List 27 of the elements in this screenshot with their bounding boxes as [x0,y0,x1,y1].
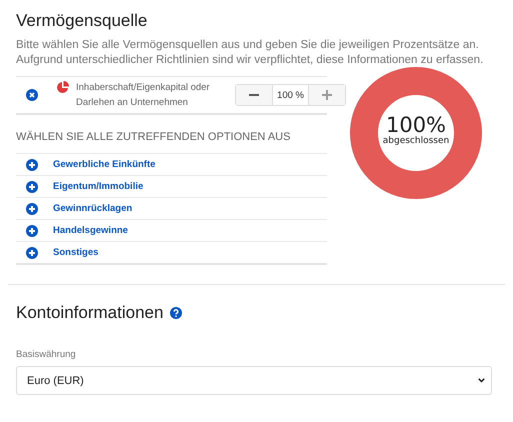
chevron-down-icon [478,378,485,383]
add-icon[interactable] [26,202,38,214]
progress-caption: abgeschlossen [382,136,450,146]
section-title: Vermögensquelle [16,10,148,32]
add-icon[interactable] [26,224,38,236]
option-link[interactable]: Handelsgewinne [53,225,128,236]
option-link[interactable]: Gewerbliche Einkünfte [53,159,156,170]
decrease-button[interactable] [236,85,272,105]
add-icon[interactable] [26,180,38,192]
minus-icon [249,94,259,96]
increase-button[interactable] [309,85,345,105]
section-title: Kontoinformationen [16,303,164,323]
help-icon[interactable] [170,307,182,319]
add-icon[interactable] [26,246,38,258]
add-icon[interactable] [26,158,38,170]
remove-icon[interactable] [26,89,38,101]
source-label: Inhaberschaft/Eigenkapital oder Darlehen an Unternehmen [76,81,210,110]
options-heading: WÄHLEN SIE ALLE ZUTREFFENDEN OPTIONEN AUS [16,131,292,143]
option-link[interactable]: Gewinnrücklagen [53,203,132,214]
percent-value: 100% [386,114,446,136]
option-link[interactable]: Sonstiges [53,247,98,258]
currency-select[interactable]: Euro (EUR) [16,366,492,395]
pie-chart-icon [56,81,69,94]
field-label: Basiswährung [16,349,77,360]
plus-icon [322,90,332,100]
description-text: Bitte wählen Sie alle Vermögensquellen aus und geben Sie die jeweiligen Prozentsätze an. Aufgrund unterschiedlicher Richtlinien sind wir verpflichtet, diese Informationen zu erfassen. [16,38,484,68]
option-link[interactable]: Eigentum/Immobilie [53,181,144,192]
